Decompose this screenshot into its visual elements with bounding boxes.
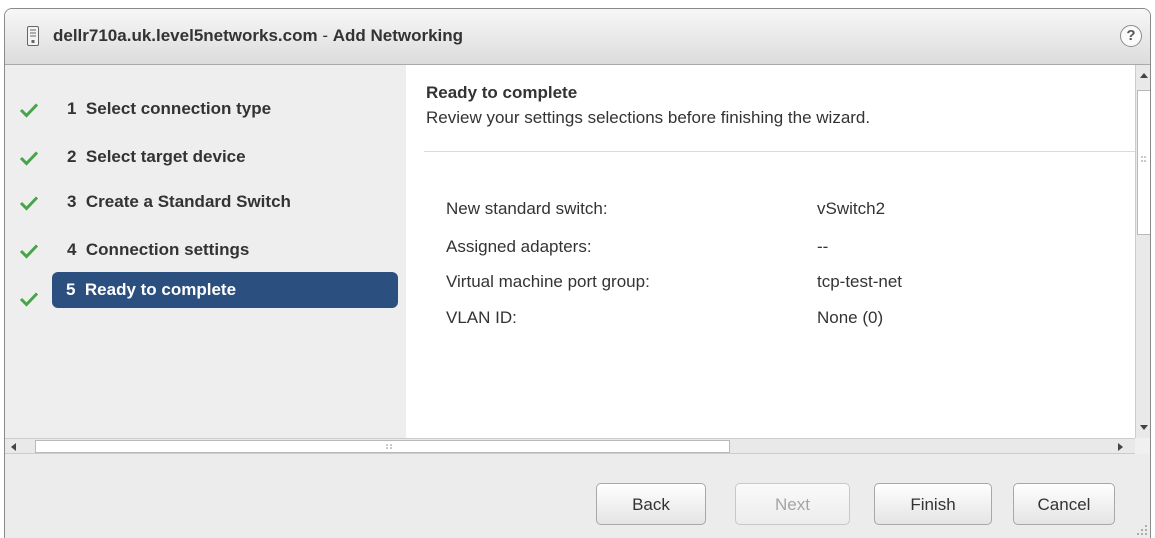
scroll-left-arrow-icon[interactable] <box>9 442 19 452</box>
checkmark-icon <box>19 244 39 259</box>
vertical-scroll-thumb[interactable] <box>1137 90 1150 235</box>
content-divider <box>424 151 1135 152</box>
wizard-step-create-standard-switch[interactable]: 3 Create a Standard Switch <box>5 184 406 220</box>
summary-key: VLAN ID: <box>446 308 517 327</box>
cancel-button[interactable]: Cancel <box>1013 483 1115 525</box>
title-separator: - <box>317 26 333 45</box>
dialog-footer: Back Next Finish Cancel <box>5 454 1150 538</box>
summary-key: Virtual machine port group: <box>446 272 650 291</box>
wizard-content-panel: Ready to complete Review your settings s… <box>406 65 1135 438</box>
scrollbar-corner <box>1135 438 1150 454</box>
content-title: Ready to complete <box>426 83 578 102</box>
step-label: 2 Select target device <box>67 147 246 166</box>
dialog-title: dellr710a.uk.level5networks.com - Add Ne… <box>53 26 463 46</box>
summary-value: tcp-test-net <box>817 272 903 291</box>
summary-value: -- <box>817 237 829 256</box>
help-icon[interactable]: ? <box>1120 25 1142 47</box>
host-server-icon <box>27 26 39 46</box>
title-host: dellr710a.uk.level5networks.com <box>53 26 318 45</box>
scroll-right-arrow-icon[interactable] <box>1115 442 1125 452</box>
background-window-strip <box>0 0 1155 8</box>
add-networking-dialog: dellr710a.uk.level5networks.com - Add Ne… <box>4 8 1151 538</box>
horizontal-scrollbar[interactable] <box>5 438 1135 454</box>
grip-dots-icon <box>386 444 392 449</box>
step-label: 4 Connection settings <box>67 240 250 259</box>
checkmark-icon <box>19 196 39 211</box>
wizard-step-select-target-device[interactable]: 2 Select target device <box>5 139 406 175</box>
horizontal-scroll-thumb[interactable] <box>35 440 730 453</box>
step-label: 5 Ready to complete <box>52 272 398 308</box>
scroll-up-arrow-icon[interactable] <box>1139 71 1149 81</box>
checkmark-icon <box>19 151 39 166</box>
wizard-step-connection-settings[interactable]: 4 Connection settings <box>5 232 406 268</box>
step-label: 1 Select connection type <box>67 99 272 118</box>
resize-grip-icon[interactable] <box>1136 524 1148 536</box>
summary-value: None (0) <box>817 308 884 327</box>
checkmark-icon <box>19 103 39 118</box>
wizard-step-select-connection-type[interactable]: 1 Select connection type <box>5 91 406 127</box>
wizard-steps-panel: 1 Select connection type 2 Select target… <box>5 65 406 438</box>
finish-button[interactable]: Finish <box>874 483 992 525</box>
summary-value: vSwitch2 <box>817 199 886 218</box>
wizard-step-ready-to-complete[interactable]: 5 Ready to complete <box>5 272 406 308</box>
summary-key: New standard switch: <box>446 199 608 218</box>
content-subtitle: Review your settings selections before f… <box>426 108 871 127</box>
title-action: Add Networking <box>332 26 464 45</box>
dialog-titlebar[interactable]: dellr710a.uk.level5networks.com - Add Ne… <box>5 9 1150 65</box>
grip-dots-icon <box>1141 156 1146 162</box>
checkmark-icon <box>19 292 39 307</box>
vertical-scrollbar[interactable] <box>1135 65 1150 438</box>
step-label: 3 Create a Standard Switch <box>67 192 291 211</box>
back-button[interactable]: Back <box>596 483 706 525</box>
next-button[interactable]: Next <box>735 483 850 525</box>
scroll-down-arrow-icon[interactable] <box>1139 422 1149 432</box>
summary-key: Assigned adapters: <box>446 237 592 256</box>
